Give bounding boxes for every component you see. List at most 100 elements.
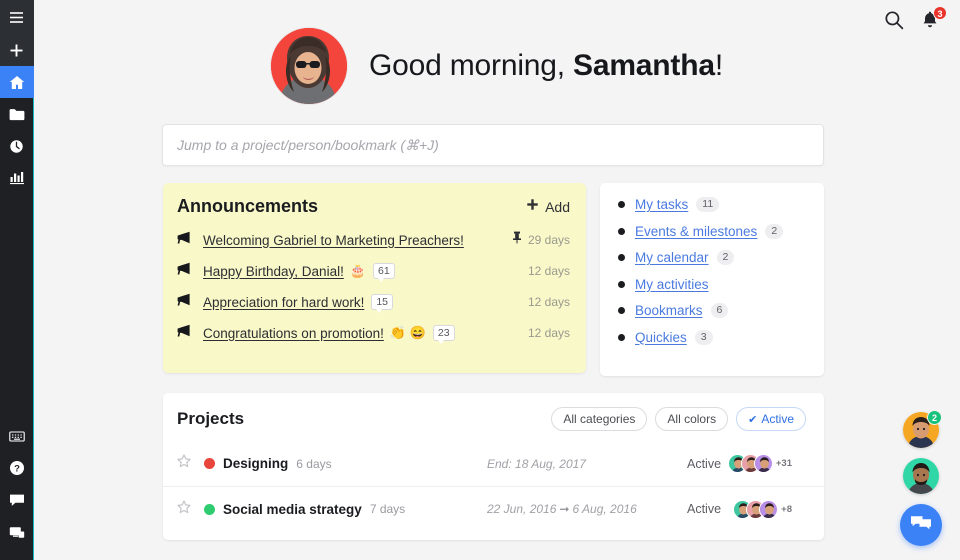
project-days: 7 days xyxy=(370,502,405,516)
folder-icon xyxy=(9,108,25,121)
quicklink-count: 11 xyxy=(696,197,719,212)
announcement-row[interactable]: Welcoming Gabriel to Marketing Preachers… xyxy=(177,231,570,249)
page-title: Good morning, Samantha! xyxy=(369,49,723,83)
sidebar-item-network[interactable] xyxy=(0,130,34,162)
announcement-meta: 29 days xyxy=(512,231,570,249)
add-button[interactable] xyxy=(0,34,34,66)
member-avatar[interactable] xyxy=(754,454,773,473)
quicklink-label[interactable]: Quickies xyxy=(635,330,687,345)
chat-avatar-2-image xyxy=(903,458,939,494)
project-row-inner: Social media strategy 7 days 22 Jun, 2016➞… xyxy=(177,487,808,531)
globe-icon xyxy=(9,139,24,154)
add-announcement-button[interactable]: Add xyxy=(526,198,570,215)
chat-avatar-1-badge: 2 xyxy=(927,410,942,425)
quicklink-item[interactable]: My activities xyxy=(618,277,824,292)
project-color-dot xyxy=(204,504,215,515)
announcement-row[interactable]: Happy Birthday, Danial!🎂6112 days xyxy=(177,262,570,280)
project-color-dot xyxy=(204,458,215,469)
announcement-link[interactable]: Happy Birthday, Danial! xyxy=(203,264,344,279)
project-status: Active xyxy=(687,457,721,471)
quicklink-label[interactable]: Events & milestones xyxy=(635,224,757,239)
project-name[interactable]: Designing xyxy=(223,456,288,471)
menu-button[interactable] xyxy=(0,0,34,34)
announcement-link[interactable]: Welcoming Gabriel to Marketing Preachers… xyxy=(203,233,464,248)
announcement-emoji: 🎂 xyxy=(350,263,366,279)
projects-list: Designing6 daysEnd: 18 Aug, 2017Active+3… xyxy=(163,441,824,531)
quicklink-item[interactable]: My calendar2 xyxy=(618,250,824,265)
project-status: Active xyxy=(687,502,721,516)
sidebar-item-help[interactable]: ? xyxy=(0,452,34,484)
project-dates: End: 18 Aug, 2017 xyxy=(487,457,586,471)
quicklink-item[interactable]: My tasks 11 xyxy=(618,197,824,212)
announcement-link[interactable]: Appreciation for hard work! xyxy=(203,295,364,310)
megaphone-icon xyxy=(177,231,193,249)
extra-members-count: +8 xyxy=(781,504,792,515)
projects-filters: All categories All colors ✔Active xyxy=(551,407,806,431)
arrow-icon: ➞ xyxy=(559,502,569,516)
monitor-icon xyxy=(9,526,25,539)
comment-count-badge[interactable]: 15 xyxy=(371,294,393,310)
sidebar-item-home[interactable] xyxy=(0,66,34,98)
svg-text:?: ? xyxy=(14,464,20,475)
filter-pill[interactable]: All colors xyxy=(655,407,728,431)
projects-title: Projects xyxy=(177,409,244,429)
quicklink-item[interactable]: Quickies 3 xyxy=(618,330,824,345)
filter-pill[interactable]: All categories xyxy=(551,407,647,431)
home-icon xyxy=(9,75,25,90)
chat-bubble-icon xyxy=(910,513,932,538)
announcement-age: 12 days xyxy=(528,326,570,340)
sidebar-item-shortcuts[interactable] xyxy=(0,420,34,452)
announcements-panel: Announcements Add Welcoming Gabriel to M… xyxy=(163,183,586,373)
project-date-end: 6 Aug, 2016 xyxy=(572,502,636,516)
table-row[interactable]: Social media strategy 7 days 22 Jun, 2016➞… xyxy=(163,486,824,531)
table-row[interactable]: Designing6 daysEnd: 18 Aug, 2017Active+3… xyxy=(163,441,824,486)
bullet-icon xyxy=(618,334,625,341)
megaphone-icon xyxy=(177,262,193,280)
jump-search[interactable] xyxy=(162,124,824,166)
filter-pill[interactable]: ✔Active xyxy=(736,407,806,431)
notification-badge: 3 xyxy=(933,6,947,20)
project-days: 6 days xyxy=(296,457,331,471)
quicklink-label[interactable]: My activities xyxy=(635,277,709,292)
announcement-meta: 12 days xyxy=(528,295,570,309)
avatar[interactable] xyxy=(271,28,347,104)
project-row-inner: Designing6 daysEnd: 18 Aug, 2017Active+3… xyxy=(177,441,808,486)
chat-avatar-2[interactable] xyxy=(903,458,939,494)
project-dates: 22 Jun, 2016➞6 Aug, 2016 xyxy=(487,502,637,516)
filter-label: All colors xyxy=(667,412,716,426)
member-avatar[interactable] xyxy=(759,500,778,519)
sidebar-item-reports[interactable] xyxy=(0,162,34,194)
filter-label: All categories xyxy=(563,412,635,426)
quicklink-label[interactable]: My calendar xyxy=(635,250,709,265)
star-icon[interactable] xyxy=(177,454,191,473)
greeting-suffix: ! xyxy=(715,49,723,82)
announcement-link[interactable]: Congratulations on promotion! xyxy=(203,326,384,341)
sidebar-item-projects[interactable] xyxy=(0,98,34,130)
comment-count-badge[interactable]: 61 xyxy=(373,263,395,279)
sidebar-item-screen[interactable] xyxy=(0,516,34,548)
star-icon[interactable] xyxy=(177,500,191,519)
projects-panel: Projects All categories All colors ✔Active… xyxy=(163,393,824,540)
quicklink-item[interactable]: Events & milestones2 xyxy=(618,224,824,239)
avatar-image xyxy=(271,28,347,104)
sidebar-item-chat[interactable] xyxy=(0,484,34,516)
announcement-meta: 12 days xyxy=(528,326,570,340)
project-name[interactable]: Social media strategy xyxy=(223,502,362,517)
quicklink-count: 3 xyxy=(695,330,713,345)
search-input[interactable] xyxy=(163,125,823,165)
quicklink-count: 6 xyxy=(711,303,729,318)
announcement-row[interactable]: Congratulations on promotion!👏 😄2312 day… xyxy=(177,324,570,342)
quicklink-label[interactable]: My tasks xyxy=(635,197,688,212)
bullet-icon xyxy=(618,201,625,208)
announcement-age: 29 days xyxy=(528,233,570,247)
floating-chat-widgets: 2 xyxy=(900,412,942,546)
quicklink-label[interactable]: Bookmarks xyxy=(635,303,703,318)
help-icon: ? xyxy=(9,460,25,476)
quicklink-item[interactable]: Bookmarks 6 xyxy=(618,303,824,318)
bullet-icon xyxy=(618,307,625,314)
open-chat-button[interactable] xyxy=(900,504,942,546)
comment-count-badge[interactable]: 23 xyxy=(433,325,455,341)
announcements-title: Announcements xyxy=(177,196,318,217)
chat-avatar-1[interactable]: 2 xyxy=(903,412,939,448)
announcement-row[interactable]: Appreciation for hard work! 15 12 days xyxy=(177,293,570,311)
